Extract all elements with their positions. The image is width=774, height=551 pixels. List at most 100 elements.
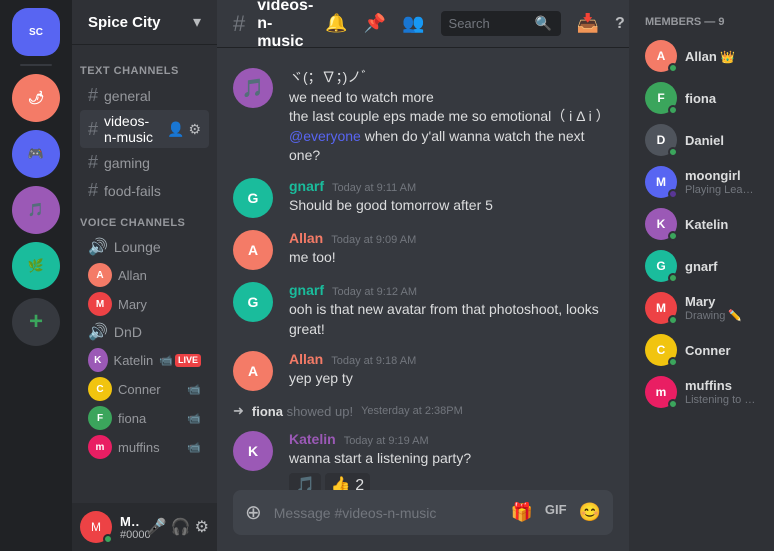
message-text-2: Should be good tomorrow after 5 bbox=[289, 196, 613, 216]
member-item-katelin[interactable]: K Katelin bbox=[637, 204, 766, 244]
search-input[interactable] bbox=[449, 16, 529, 31]
add-server-button[interactable]: + bbox=[12, 298, 60, 346]
server-divider bbox=[20, 64, 52, 66]
member-info-muffins: muffins Listening to Spotify 🎵 bbox=[685, 378, 758, 406]
voice-user-conner[interactable]: C Conner 📹 bbox=[80, 375, 209, 403]
channel-item-food-fails[interactable]: # food-fails bbox=[80, 177, 209, 204]
gift-icon[interactable]: 🎁 bbox=[510, 502, 532, 523]
voice-user-muffins[interactable]: m muffins 📹 bbox=[80, 433, 209, 461]
message-input-box: ⊕ 🎁 GIF 😊 bbox=[233, 490, 613, 535]
message-author-katelin: Katelin bbox=[289, 431, 336, 447]
chevron-down-icon: ▾ bbox=[193, 12, 201, 32]
server-list: SC 🌶 🎮 🎵 🌿 + bbox=[0, 0, 72, 551]
message-text-input[interactable] bbox=[274, 505, 499, 521]
member-info-allan: Allan 👑 bbox=[685, 49, 758, 64]
mic-button[interactable]: 🎤 bbox=[147, 517, 167, 537]
hash-icon: # bbox=[88, 119, 98, 140]
bell-icon[interactable]: 🔔 bbox=[325, 13, 347, 34]
voice-user-katelin[interactable]: K Katelin 📹 LIVE bbox=[80, 346, 209, 374]
voice-channel-lounge[interactable]: 🔊 Lounge bbox=[80, 234, 209, 260]
member-item-conner[interactable]: C Conner bbox=[637, 330, 766, 370]
server-name-header[interactable]: Spice City ▾ bbox=[72, 0, 217, 45]
message-text-4: ooh is that new avatar from that photosh… bbox=[289, 300, 613, 339]
system-message-fiona: ➜ fiona showed up! Yesterday at 2:38PM bbox=[233, 399, 613, 423]
search-bar[interactable]: 🔍 bbox=[441, 11, 561, 36]
member-info-fiona: fiona bbox=[685, 91, 758, 106]
input-right-icons: 🎁 GIF 😊 bbox=[510, 502, 601, 523]
add-member-icon[interactable]: 👤 bbox=[167, 121, 184, 138]
server-icon-2[interactable]: 🎮 bbox=[12, 130, 60, 178]
server-icon-spice-city[interactable]: SC bbox=[12, 8, 60, 56]
member-item-allan[interactable]: A Allan 👑 bbox=[637, 36, 766, 76]
member-name-muffins: muffins bbox=[685, 378, 758, 393]
member-name-fiona: fiona bbox=[685, 91, 758, 106]
server-name: Spice City bbox=[88, 14, 161, 31]
member-item-fiona[interactable]: F fiona bbox=[637, 78, 766, 118]
footer-user-info: Mary #0000 bbox=[120, 514, 139, 541]
hash-icon: # bbox=[88, 152, 98, 173]
member-dot-allan bbox=[668, 63, 678, 73]
settings-button[interactable]: ⚙ bbox=[195, 517, 209, 537]
channel-item-general[interactable]: # general bbox=[80, 82, 209, 109]
member-avatar-moongirl: M bbox=[645, 166, 677, 198]
stream-icon-katelin: 📹 bbox=[159, 354, 173, 367]
inbox-icon[interactable]: 📥 bbox=[577, 13, 599, 34]
message-group-4: G gnarf Today at 9:12 AM ooh is that new… bbox=[233, 278, 613, 343]
voice-user-allan[interactable]: A Allan bbox=[80, 261, 209, 289]
member-dot-daniel bbox=[668, 147, 678, 157]
member-name-daniel: Daniel bbox=[685, 133, 758, 148]
headset-button[interactable]: 🎧 bbox=[171, 517, 191, 537]
pin-icon[interactable]: 📌 bbox=[364, 13, 386, 34]
messages-area: 🎵 ヾ(；∇；)ノﾞ we need to watch more the las… bbox=[217, 48, 629, 490]
server-icon-4[interactable]: 🌿 bbox=[12, 242, 60, 290]
member-item-muffins[interactable]: m muffins Listening to Spotify 🎵 bbox=[637, 372, 766, 412]
member-item-moongirl[interactable]: M moongirl Playing League of Legends 🎮 bbox=[637, 162, 766, 202]
voice-user-mary[interactable]: M Mary bbox=[80, 290, 209, 318]
message-avatar-gnarf2: G bbox=[233, 282, 273, 322]
emoji-button[interactable]: 😊 bbox=[579, 502, 601, 523]
reaction-music[interactable]: 🎵 bbox=[289, 473, 321, 490]
message-content-3: Allan Today at 9:09 AM me too! bbox=[289, 230, 613, 268]
footer-controls: 🎤 🎧 ⚙ bbox=[147, 517, 209, 537]
member-item-mary[interactable]: M Mary Drawing ✏️ bbox=[637, 288, 766, 328]
message-header-6: Katelin Today at 9:19 AM bbox=[289, 431, 613, 447]
member-info-katelin: Katelin bbox=[685, 217, 758, 232]
system-timestamp: Yesterday at 2:38PM bbox=[361, 405, 463, 417]
message-header-5: Allan Today at 9:18 AM bbox=[289, 351, 613, 367]
voice-username-mary: Mary bbox=[118, 297, 147, 312]
header-icons: 🔔 📌 👥 🔍 📥 ? bbox=[325, 11, 624, 36]
message-timestamp-6: Today at 9:19 AM bbox=[344, 435, 429, 447]
member-dot-fiona bbox=[668, 105, 678, 115]
members-icon[interactable]: 👥 bbox=[402, 13, 424, 34]
gif-button[interactable]: GIF bbox=[545, 502, 567, 523]
member-item-gnarf[interactable]: G gnarf bbox=[637, 246, 766, 286]
voice-channel-dnd[interactable]: 🔊 DnD bbox=[80, 319, 209, 345]
channel-item-gaming[interactable]: # gaming bbox=[80, 149, 209, 176]
message-timestamp-5: Today at 9:18 AM bbox=[331, 355, 416, 367]
user-avatar-conner: C bbox=[88, 377, 112, 401]
voice-user-fiona[interactable]: F fiona 📹 bbox=[80, 404, 209, 432]
message-text-1a: ヾ(；∇；)ノﾞ bbox=[289, 68, 613, 88]
server-icon-1[interactable]: 🌶 bbox=[12, 74, 60, 122]
voice-channel-name-lounge: Lounge bbox=[114, 239, 161, 255]
member-avatar-daniel: D bbox=[645, 124, 677, 156]
channel-name-gaming: gaming bbox=[104, 155, 201, 171]
member-item-daniel[interactable]: D Daniel bbox=[637, 120, 766, 160]
reaction-thumbsup[interactable]: 👍 2 bbox=[325, 473, 370, 490]
crown-icon: 👑 bbox=[720, 50, 735, 64]
arrow-icon: ➜ bbox=[233, 403, 244, 419]
add-attachment-button[interactable]: ⊕ bbox=[245, 500, 262, 525]
server-icon-3[interactable]: 🎵 bbox=[12, 186, 60, 234]
message-group-1: 🎵 ヾ(；∇；)ノﾞ we need to watch more the las… bbox=[233, 64, 613, 170]
help-icon[interactable]: ? bbox=[615, 15, 625, 33]
message-text-1b: we need to watch more bbox=[289, 88, 613, 108]
message-author-allan2: Allan bbox=[289, 351, 323, 367]
member-dot-gnarf bbox=[668, 273, 678, 283]
settings-icon[interactable]: ⚙ bbox=[188, 121, 201, 138]
member-dot-moongirl bbox=[668, 189, 678, 199]
footer-avatar: M bbox=[80, 511, 112, 543]
message-text-5: yep yep ty bbox=[289, 369, 613, 389]
message-text-3: me too! bbox=[289, 248, 613, 268]
muffins-video-icon: 📹 bbox=[187, 441, 201, 454]
channel-item-videos-n-music[interactable]: # videos-n-music 👤 ⚙ bbox=[80, 110, 209, 148]
